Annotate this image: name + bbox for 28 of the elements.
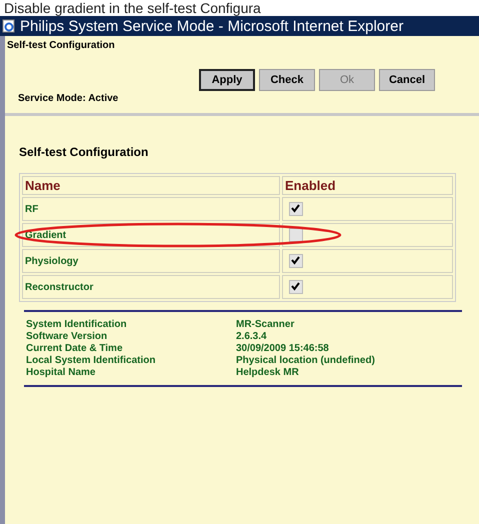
info-label: Hospital Name	[26, 367, 96, 378]
table-cell: Reconstructor	[22, 275, 280, 299]
checkbox[interactable]	[289, 202, 303, 216]
action-button[interactable]: Cancel	[379, 69, 435, 91]
caption-text: Disable gradient in the self-test Configura	[4, 0, 261, 16]
checkbox[interactable]	[289, 254, 303, 268]
column-header: Name	[22, 176, 280, 195]
status-text: Service Mode: Active	[18, 93, 120, 104]
info-label: System Identification	[26, 319, 128, 330]
info-value: Physical location (undefined)	[236, 355, 376, 366]
table-cell: Gradient	[22, 223, 280, 247]
action-button[interactable]: Check	[259, 69, 315, 91]
checkbox[interactable]	[289, 280, 303, 294]
column-header: Enabled	[282, 176, 453, 195]
action-button[interactable]: Apply	[199, 69, 255, 91]
info-value: 2.6.3.4	[236, 331, 268, 342]
window-title: Philips System Service Mode - Microsoft Internet Explorer	[20, 18, 404, 34]
browser-icon	[2, 19, 16, 33]
info-value: MR-Scanner	[236, 319, 296, 330]
info-value: 30/09/2009 15:46:58	[236, 343, 330, 354]
table-cell: RF	[22, 197, 280, 221]
section-title: Self-test Configuration	[19, 145, 150, 159]
info-label: Local System Identification	[26, 355, 156, 366]
table-cell: Physiology	[22, 249, 280, 273]
info-label: Software Version	[26, 331, 108, 342]
info-label: Current Date & Time	[26, 343, 124, 354]
info-value: Helpdesk MR	[236, 367, 300, 378]
page-title: Self-test Configuration	[7, 40, 116, 51]
